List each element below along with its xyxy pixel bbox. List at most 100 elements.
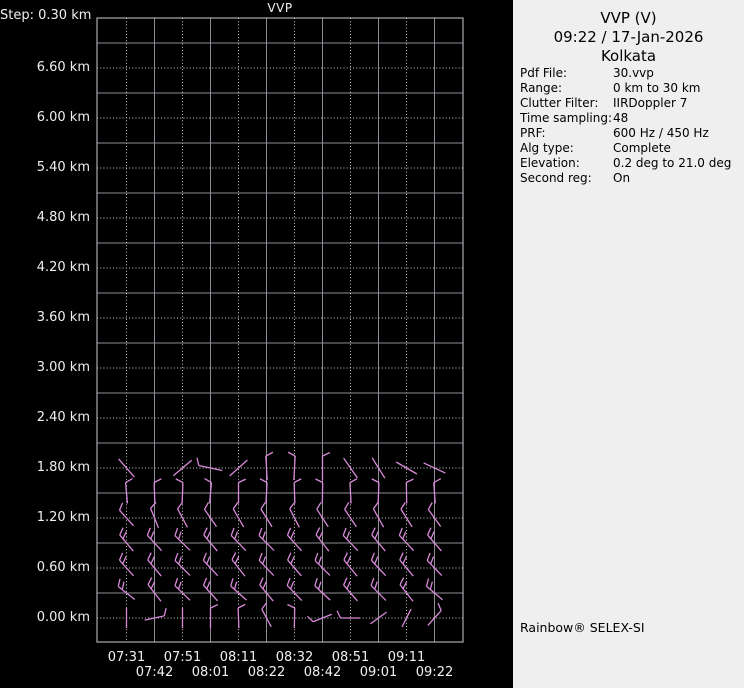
- y-axis-label: 1.20 km: [36, 510, 90, 525]
- info-field-value: 30.vvp: [613, 66, 654, 80]
- wind-barb-shaft: [343, 457, 358, 479]
- x-axis-label: 08:22: [247, 665, 286, 680]
- wind-barb-tick: [406, 478, 414, 484]
- wind-barb-tick: [259, 577, 264, 586]
- wind-barb-tick: [372, 501, 379, 510]
- panel-title: VVP (V): [600, 9, 657, 27]
- info-field-label: Clutter Filter:: [520, 96, 599, 110]
- wind-barb-shaft: [153, 482, 156, 504]
- wind-barb-tick: [371, 478, 380, 484]
- info-field-row: Elevation: 0.2 deg to 21.0 deg: [520, 156, 740, 171]
- wind-barb-tick: [342, 527, 347, 536]
- wind-barb-tick: [206, 556, 211, 565]
- x-axis-label: 08:32: [275, 650, 314, 665]
- wind-barb-tick: [234, 531, 239, 540]
- wind-barb-tick: [206, 581, 211, 590]
- wind-barb-tick: [290, 581, 295, 590]
- info-field-label: PRF:: [520, 126, 546, 140]
- wind-barb-tick: [122, 531, 127, 540]
- x-axis-label: 08:42: [303, 665, 342, 680]
- wind-barb-tick: [346, 531, 351, 540]
- wind-barb-tick: [178, 556, 182, 565]
- y-axis-label: 3.60 km: [36, 310, 90, 325]
- wind-barb-tick: [147, 577, 153, 586]
- info-field-label: Pdf File:: [520, 66, 568, 80]
- wind-barb-tick: [374, 556, 379, 565]
- wind-barb-tick: [147, 552, 152, 561]
- info-field-row: Second reg: On: [520, 171, 740, 186]
- y-axis-label: 4.80 km: [36, 210, 90, 225]
- wind-barb-shaft: [293, 482, 296, 504]
- panel-datetime: 09:22 / 17-Jan-2026: [553, 28, 704, 46]
- info-field-value: 48: [613, 111, 629, 125]
- wind-barb-tick: [398, 527, 403, 536]
- y-axis-label: 1.80 km: [36, 460, 90, 475]
- info-field-value: Complete: [613, 141, 671, 155]
- wind-barb-tick: [287, 603, 295, 609]
- wind-barb-shaft: [208, 482, 213, 504]
- wind-barb-tick: [343, 577, 348, 586]
- wind-barb-tick: [117, 578, 121, 587]
- wind-barb-tick: [318, 556, 322, 565]
- wind-barb-tick: [343, 552, 348, 561]
- wind-barb-tick: [118, 502, 124, 511]
- wind-barb-tick: [232, 501, 239, 510]
- wind-barb-tick: [262, 581, 267, 590]
- x-axis-label: 07:51: [163, 650, 202, 665]
- wind-barb-tick: [374, 581, 378, 590]
- info-field-row: Alg type: Complete: [520, 141, 740, 156]
- wind-barb-tick: [287, 552, 292, 561]
- x-axis-label: 07:42: [135, 665, 174, 680]
- wind-barb-tick: [315, 478, 323, 484]
- wind-barb-tick: [290, 556, 295, 565]
- wind-barb-tick: [202, 577, 208, 586]
- wind-barb-tick: [336, 610, 342, 619]
- wind-barb-tick: [316, 502, 322, 510]
- panel-site: Kolkata: [600, 47, 657, 65]
- info-field-value: On: [613, 171, 631, 185]
- wind-barb-tick: [146, 527, 151, 536]
- wind-barb-tick: [238, 478, 247, 484]
- info-field-row: Time sampling:48: [520, 111, 740, 126]
- wind-barb-tick: [346, 581, 351, 590]
- wind-barb-shaft: [433, 482, 436, 504]
- panel-fields: Pdf File: 30.vvp Range: 0 km to 30 km Clutte…: [520, 66, 740, 186]
- wind-barb-tick: [174, 552, 179, 561]
- info-field-row: Clutter Filter: IIRDoppler 7: [520, 96, 740, 111]
- wind-barb-tick: [306, 615, 314, 623]
- panel-footer: Rainbow® SELEX-SI: [520, 620, 645, 635]
- x-axis-label: 09:22: [415, 665, 454, 680]
- wind-barb-tick: [426, 552, 431, 561]
- wind-barb-tick: [399, 552, 404, 561]
- wind-barb-shaft: [118, 509, 135, 527]
- y-axis-label: 6.60 km: [36, 60, 90, 75]
- wind-barb-tick: [231, 552, 237, 561]
- info-field-row: Range: 0 km to 30 km: [520, 81, 740, 96]
- info-field-label: Time sampling:: [520, 111, 613, 125]
- info-field-value: IIRDoppler 7: [613, 96, 688, 110]
- plot-title: VVP: [267, 1, 293, 15]
- y-axis-label: 2.40 km: [36, 410, 90, 425]
- info-field-row: PRF: 600 Hz / 450 Hz: [520, 126, 740, 141]
- wind-barb-tick: [122, 556, 127, 565]
- wind-barb-shaft: [377, 482, 380, 504]
- wind-barb-tick: [118, 552, 124, 561]
- wind-barb-tick: [119, 527, 124, 536]
- info-field-value: 0 km to 30 km: [613, 81, 701, 95]
- wind-barb-tick: [349, 478, 358, 484]
- wind-barb-tick: [177, 531, 182, 540]
- wind-barb-tick: [210, 604, 219, 609]
- x-axis-label: 09:01: [359, 665, 398, 680]
- x-axis-label: 08:51: [331, 650, 370, 665]
- wind-barb-tick: [262, 556, 267, 565]
- wind-barb-tick: [150, 556, 155, 565]
- y-axis-label: 6.00 km: [36, 110, 90, 125]
- wind-barb-tick: [430, 531, 435, 540]
- wind-barb-tick: [153, 478, 162, 484]
- wind-barb-tick: [427, 527, 432, 536]
- y-axis-step-label: Step: 0.30 km: [0, 8, 92, 23]
- plot-region: VVP Step: 0.30 km 6.60 km 6.00 km 5.40 km 4.…: [0, 0, 513, 688]
- wind-barb-shaft: [401, 608, 412, 628]
- wind-barb-tick: [399, 577, 405, 586]
- wind-barb-tick: [121, 581, 125, 590]
